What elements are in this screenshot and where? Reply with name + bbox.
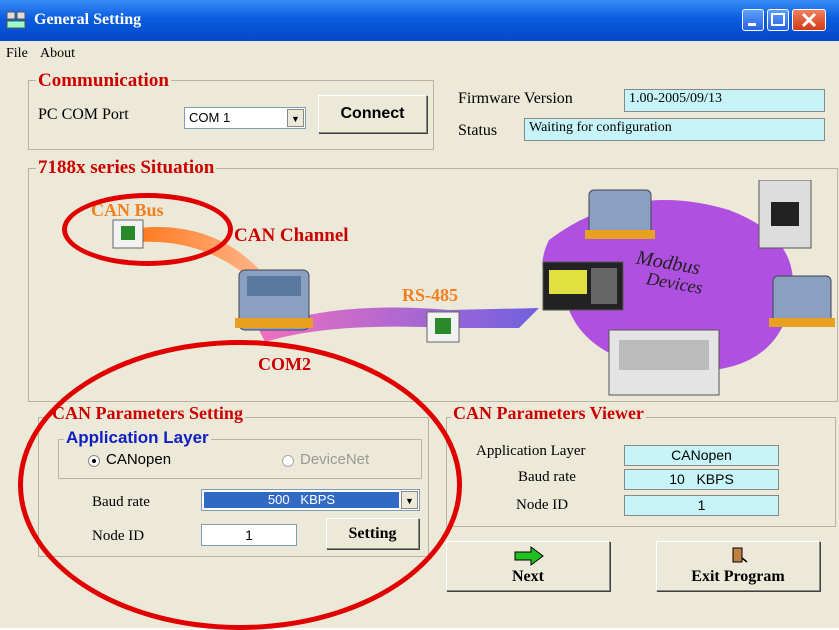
minimize-icon bbox=[748, 23, 756, 26]
window-title: General Setting bbox=[34, 11, 142, 28]
title-bar[interactable]: General Setting bbox=[0, 0, 839, 41]
exit-program-button[interactable]: Exit Program bbox=[656, 541, 820, 591]
firmware-label: Firmware Version bbox=[458, 90, 573, 107]
canopen-radio-label[interactable]: CANopen bbox=[106, 451, 171, 468]
arrow-right-icon bbox=[514, 546, 544, 566]
module-top-left-icon bbox=[585, 189, 655, 239]
status-value: Waiting for configuration bbox=[524, 118, 825, 141]
chevron-down-icon[interactable]: ▼ bbox=[287, 109, 304, 127]
rs485-connector-icon[interactable] bbox=[426, 311, 460, 343]
setting-button[interactable]: Setting bbox=[326, 518, 419, 549]
viewer-baud-value: 10 KBPS bbox=[624, 469, 779, 490]
viewer-baud-label: Baud rate bbox=[518, 469, 576, 485]
viewer-node-value: 1 bbox=[624, 495, 779, 516]
canopen-radio[interactable] bbox=[88, 455, 100, 467]
next-label: Next bbox=[512, 568, 544, 585]
devicenet-radio[interactable] bbox=[282, 455, 294, 467]
module-7188x-icon bbox=[235, 269, 313, 331]
communication-title: Communication bbox=[36, 70, 171, 92]
baud-rate-value: 500 KBPS bbox=[204, 492, 399, 508]
plc-icon bbox=[608, 329, 720, 396]
baud-rate-select[interactable]: 500 KBPS ▼ bbox=[201, 489, 420, 511]
viewer-node-label: Node ID bbox=[516, 497, 569, 513]
status-label: Status bbox=[458, 122, 498, 139]
baud-rate-label: Baud rate bbox=[92, 494, 150, 510]
menu-file[interactable]: File bbox=[6, 46, 28, 62]
com2-label: COM2 bbox=[258, 354, 311, 374]
viewer-app-layer-label: Application Layer bbox=[476, 443, 586, 459]
node-id-label: Node ID bbox=[92, 528, 145, 544]
firmware-value: 1.00-2005/09/13 bbox=[624, 89, 825, 112]
com-port-select[interactable]: COM 1 ▼ bbox=[184, 107, 306, 129]
node-id-input[interactable]: 1 bbox=[201, 524, 297, 546]
com-port-value: COM 1 bbox=[189, 110, 231, 125]
can-viewer-title: CAN Parameters Viewer bbox=[451, 403, 646, 424]
rs485-label: RS-485 bbox=[402, 285, 459, 305]
viewer-app-layer-value: CANopen bbox=[624, 445, 779, 466]
general-setting-window: General Setting File About Communication… bbox=[0, 0, 839, 630]
exit-door-icon bbox=[732, 547, 748, 563]
chevron-down-icon[interactable]: ▼ bbox=[401, 491, 418, 509]
close-button[interactable] bbox=[792, 9, 826, 31]
connect-button[interactable]: Connect bbox=[318, 95, 427, 133]
can-connector-icon[interactable] bbox=[112, 219, 144, 249]
maximize-button[interactable] bbox=[767, 9, 789, 31]
minimize-button[interactable] bbox=[742, 9, 764, 31]
menu-bar: File About bbox=[0, 41, 839, 66]
menu-about[interactable]: About bbox=[40, 46, 75, 62]
devicenet-radio-label[interactable]: DeviceNet bbox=[300, 451, 369, 468]
can-setting-title: CAN Parameters Setting bbox=[50, 403, 245, 424]
hmi-panel-icon bbox=[542, 261, 624, 311]
app-layer-title: Application Layer bbox=[64, 428, 211, 448]
next-button[interactable]: Next bbox=[446, 541, 610, 591]
can-channel-label: CAN Channel bbox=[234, 225, 349, 246]
can-bus-label: CAN Bus bbox=[91, 200, 164, 220]
module-right-icon bbox=[769, 275, 835, 327]
drive-unit-icon bbox=[758, 180, 812, 249]
exit-program-label: Exit Program bbox=[691, 568, 785, 585]
situation-title: 7188x series Situation bbox=[36, 157, 217, 179]
app-icon bbox=[6, 11, 26, 29]
pc-com-port-label: PC COM Port bbox=[38, 106, 129, 123]
close-icon bbox=[801, 12, 817, 28]
maximize-icon bbox=[771, 13, 785, 26]
